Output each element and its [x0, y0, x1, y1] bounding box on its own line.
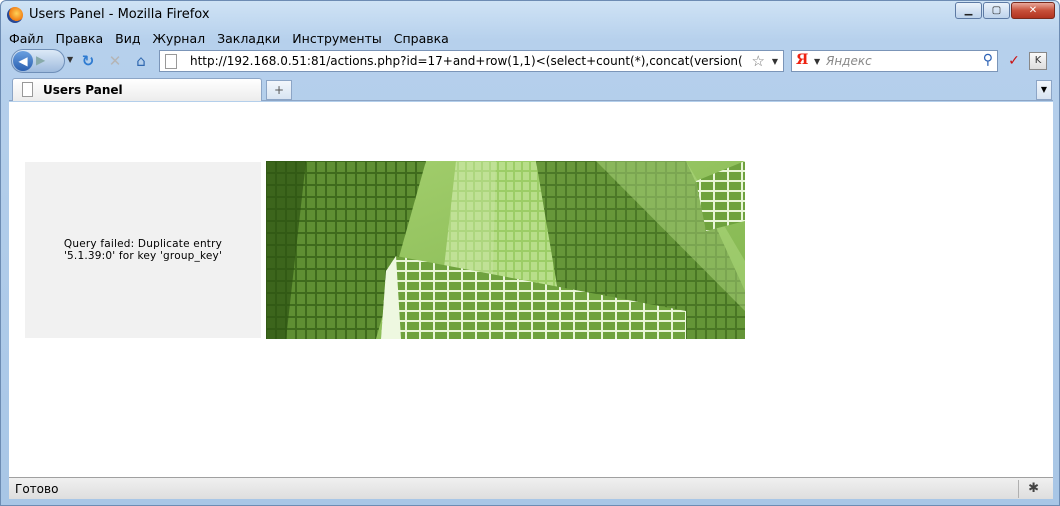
browser-window: Users Panel - Mozilla Firefox ▁ ▢ ✕ Файл… [0, 0, 1060, 506]
url-bar[interactable]: http://192.168.0.51:81/actions.php?id=17… [159, 50, 784, 72]
tab-label: Users Panel [43, 83, 123, 97]
status-divider [1018, 480, 1019, 498]
status-text: Готово [15, 482, 59, 496]
menu-help[interactable]: Справка [394, 30, 449, 48]
window-controls: ▁ ▢ ✕ [954, 2, 1055, 19]
error-panel: Query failed: Duplicate entry '5.1.39:0'… [25, 162, 261, 338]
page-icon [165, 54, 177, 69]
title-bar: Users Panel - Mozilla Firefox ▁ ▢ ✕ [1, 1, 1059, 29]
menu-tools[interactable]: Инструменты [292, 30, 381, 48]
tab-list-dropdown-icon[interactable]: ▼ [1036, 80, 1052, 100]
plus-icon[interactable]: + [266, 80, 292, 100]
back-forward-group: ◀ ▶ [11, 49, 65, 73]
url-dropdown-icon[interactable]: ▼ [772, 57, 778, 66]
bug-icon[interactable]: ✱ [1028, 481, 1039, 496]
yandex-logo[interactable]: Я [796, 52, 808, 68]
menu-file[interactable]: Файл [9, 30, 44, 48]
page-content: Query failed: Duplicate entry '5.1.39:0'… [9, 102, 1053, 477]
close-button[interactable]: ✕ [1011, 2, 1055, 19]
search-bar[interactable]: Я ▼ Яндекс ⚲ [791, 50, 998, 72]
history-dropdown-icon[interactable]: ▼ [67, 55, 73, 64]
error-message: Query failed: Duplicate entry '5.1.39:0'… [63, 238, 223, 262]
search-engine-dropdown-icon[interactable]: ▼ [814, 57, 820, 66]
magnifier-icon[interactable]: ⚲ [983, 52, 993, 68]
menu-bookmarks[interactable]: Закладки [217, 30, 280, 48]
back-arrow-icon[interactable]: ◀ [13, 51, 33, 71]
firefox-logo-icon [7, 7, 23, 23]
building-banner-image [266, 161, 745, 339]
home-icon[interactable]: ⌂ [132, 52, 150, 70]
skyscraper-illustration [266, 161, 745, 339]
tab-users-panel[interactable]: Users Panel [12, 78, 262, 101]
menu-bar: Файл Правка Вид Журнал Закладки Инструме… [9, 30, 461, 48]
star-icon[interactable]: ☆ [752, 52, 765, 70]
navigation-toolbar: ◀ ▶ ▼ ↻ ✕ ⌂ http://192.168.0.51:81/actio… [9, 48, 1053, 76]
menu-edit[interactable]: Правка [56, 30, 104, 48]
menu-view[interactable]: Вид [115, 30, 140, 48]
minimize-button[interactable]: ▁ [955, 2, 982, 19]
addon-k-icon[interactable]: K [1029, 52, 1047, 70]
menu-history[interactable]: Журнал [152, 30, 205, 48]
addon-kaspersky-icon[interactable]: ✓ [1005, 52, 1023, 70]
url-text[interactable]: http://192.168.0.51:81/actions.php?id=17… [190, 54, 743, 68]
window-title: Users Panel - Mozilla Firefox [29, 7, 210, 22]
forward-arrow-icon[interactable]: ▶ [36, 53, 45, 67]
tab-strip: Users Panel + ▼ [9, 77, 1053, 101]
search-input[interactable]: Яндекс [826, 54, 872, 68]
maximize-button[interactable]: ▢ [983, 2, 1010, 19]
status-bar: Готово ✱ [9, 477, 1053, 499]
stop-icon[interactable]: ✕ [106, 52, 124, 70]
reload-icon[interactable]: ↻ [79, 52, 97, 70]
page-icon [22, 82, 33, 97]
